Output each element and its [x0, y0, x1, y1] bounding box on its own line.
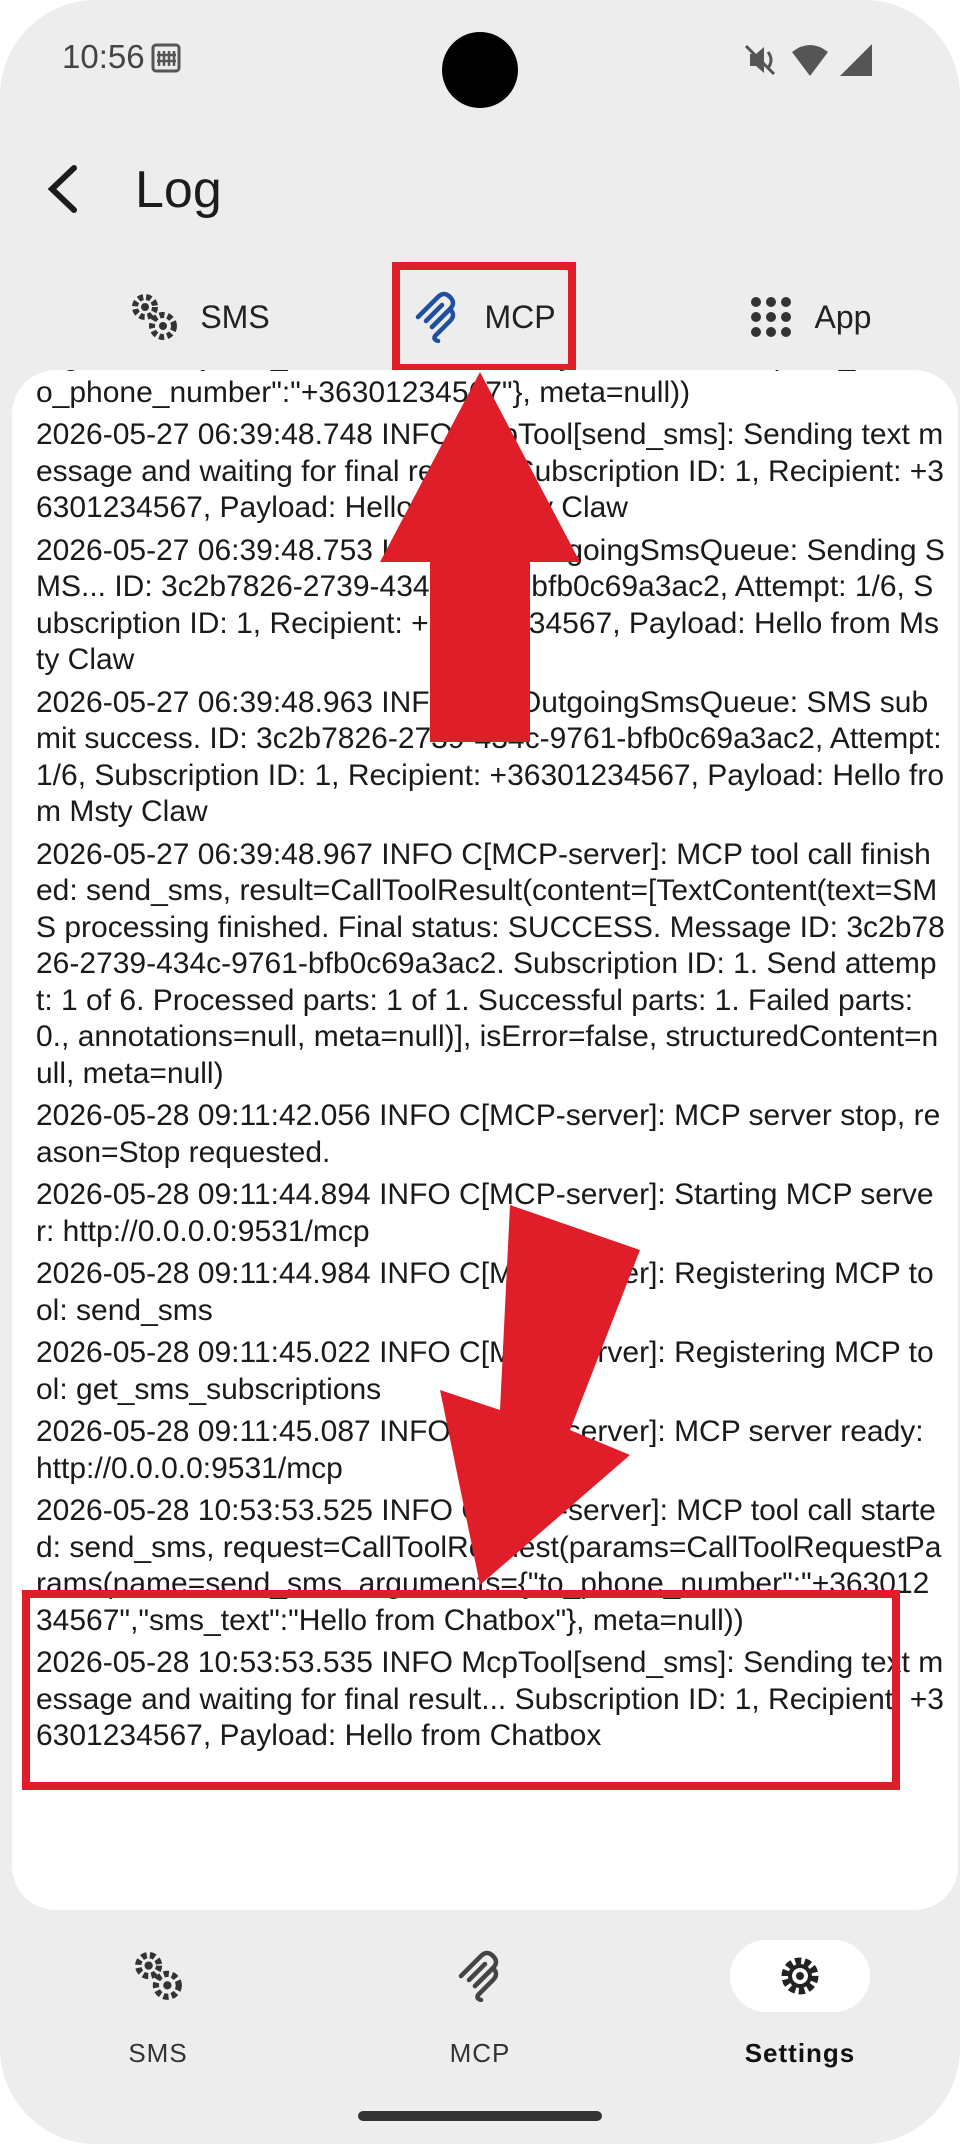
- signal-icon: [840, 44, 872, 76]
- nav-mcp-label: MCP: [449, 2038, 511, 2068]
- log-entry-highlighted: 2026-05-28 10:53:53.525 INFO C[MCP-serve…: [36, 1494, 942, 1637]
- bottom-navigation: SMS MCP Settings: [0, 1910, 960, 2144]
- status-bar: 10:56: [0, 0, 960, 120]
- tab-sms[interactable]: SMS: [60, 262, 340, 372]
- log-entry: 2026-05-28 09:11:42.056 INFO C[MCP-serve…: [36, 1099, 941, 1169]
- gears-icon: [135, 1952, 182, 2000]
- nav-sms[interactable]: SMS: [58, 1940, 258, 2069]
- mcp-icon: [416, 291, 456, 343]
- log-entry: 2026-05-28 09:11:44.984 INFO C[MCP-serve…: [36, 1257, 934, 1327]
- tab-app-label: App: [814, 298, 872, 335]
- log-entry: 2026-05-28 09:11:45.087 INFO C[MCP-serve…: [36, 1415, 932, 1485]
- phone-screen: 10:56 Log SMS MCP App o_phone_number":"+…: [0, 0, 960, 2144]
- tab-mcp-label: MCP: [484, 298, 556, 335]
- settings-icon: [781, 1957, 819, 1995]
- tab-app[interactable]: App: [700, 262, 920, 372]
- nav-sms-label: SMS: [128, 2038, 188, 2068]
- gears-icon: [132, 294, 178, 340]
- log-entry: 2026-05-28 09:11:44.894 INFO C[MCP-serve…: [36, 1178, 934, 1248]
- log-entry: 2026-05-28 10:53:53.535 INFO McpTool[sen…: [36, 1646, 944, 1752]
- tab-sms-label: SMS: [200, 298, 270, 335]
- log-entry: 2026-05-28 09:11:45.022 INFO C[MCP-serve…: [36, 1336, 934, 1406]
- mcp-icon: [458, 1950, 499, 2002]
- page-title: Log: [135, 161, 222, 219]
- nav-settings[interactable]: Settings: [700, 1940, 900, 2069]
- log-scroll-content: arguments={"sms_text":"Hello from Msty C…: [36, 370, 946, 1761]
- log-entry: 2026-05-27 06:39:48.753 INFO McpOutgoing…: [36, 533, 945, 677]
- nav-settings-active-indicator: [730, 1940, 870, 2012]
- tab-mcp[interactable]: MCP: [392, 262, 576, 372]
- status-time: 10:56: [62, 38, 145, 75]
- log-entry: 2026-05-27 06:39:48.748 INFO McpTool[sen…: [36, 418, 944, 524]
- log-entry: 2026-05-27 06:39:48.963 INFO McpOutgoing…: [36, 685, 950, 829]
- nav-mcp[interactable]: MCP: [380, 1940, 580, 2069]
- wifi-icon: [792, 45, 828, 76]
- home-indicator[interactable]: [358, 2111, 602, 2121]
- grid-dots-icon: [750, 297, 791, 337]
- log-entry: 2026-05-27 06:39:48.967 INFO C[MCP-serve…: [36, 837, 945, 1090]
- system-status-icons: [744, 44, 872, 76]
- arrow-back-icon[interactable]: [44, 162, 84, 216]
- sim-card-icon: [151, 43, 181, 73]
- log-list[interactable]: arguments={"sms_text":"Hello from Msty C…: [12, 370, 958, 1910]
- mute-icon: [744, 44, 776, 76]
- log-entry: arguments={"sms_text":"Hello from Msty C…: [36, 370, 942, 409]
- nav-settings-label: Settings: [744, 2038, 856, 2068]
- camera-cutout: [442, 32, 518, 108]
